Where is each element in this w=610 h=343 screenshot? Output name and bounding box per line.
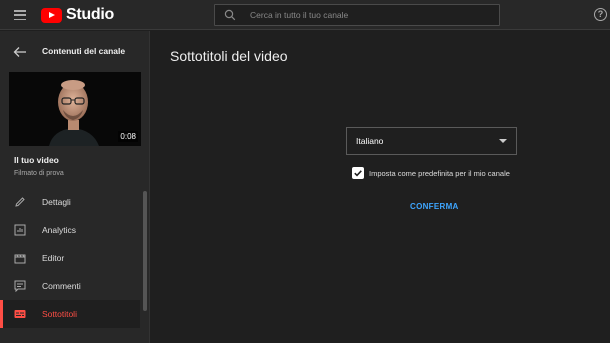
sidebar-item-sottotitoli[interactable]: Sottotitoli [0,300,140,328]
sidebar-title: Contenuti del canale [42,46,126,56]
youtube-play-icon [41,7,62,23]
clapperboard-icon [13,251,27,265]
search-placeholder: Cerca in tutto il tuo canale [250,10,349,20]
sidebar-header: Contenuti del canale [0,31,150,71]
logo-text: Studio [66,6,114,23]
sidebar-item-label: Analytics [42,225,77,235]
sidebar-item-label: Dettagli [42,197,71,207]
help-icon[interactable]: ? [594,8,607,21]
comment-icon [13,279,27,293]
sidebar-item-editor[interactable]: Editor [0,244,140,272]
search-input[interactable]: Cerca in tutto il tuo canale [214,4,500,26]
analytics-icon [13,223,27,237]
sidebar: Contenuti del canale 0:08 Il tuo video F… [0,31,150,343]
pencil-icon [13,195,27,209]
video-duration: 0:08 [118,131,138,142]
confirm-button[interactable]: CONFERMA [410,202,459,211]
menu-icon[interactable] [14,10,26,21]
language-select-value: Italiano [356,136,384,146]
sidebar-scrollbar[interactable] [143,191,147,311]
default-language-option: Imposta come predefinita per il mio cana… [352,167,510,179]
video-subtitle: Filmato di prova [14,170,64,177]
default-language-checkbox[interactable] [352,167,364,179]
back-arrow-icon[interactable] [13,45,27,63]
sidebar-item-label: Sottotitoli [42,309,77,319]
sidebar-item-commenti[interactable]: Commenti [0,272,140,300]
caret-down-icon [499,139,507,143]
subtitles-icon [13,307,27,321]
sidebar-item-label: Editor [42,253,65,263]
video-title: Il tuo video [14,155,59,165]
youtube-studio-logo[interactable]: Studio [41,6,114,23]
top-bar: Studio Cerca in tutto il tuo canale ? [0,0,610,30]
checkmark-icon [354,170,362,177]
sidebar-item-dettagli[interactable]: Dettagli [0,188,140,216]
search-icon [224,9,246,21]
video-thumbnail[interactable]: 0:08 [9,72,141,146]
sidebar-item-analytics[interactable]: Analytics [0,216,140,244]
default-language-label: Imposta come predefinita per il mio cana… [369,168,510,178]
sidebar-item-label: Commenti [42,281,81,291]
language-select[interactable]: Italiano [346,127,517,155]
page-title: Sottotitoli del video [170,48,288,64]
